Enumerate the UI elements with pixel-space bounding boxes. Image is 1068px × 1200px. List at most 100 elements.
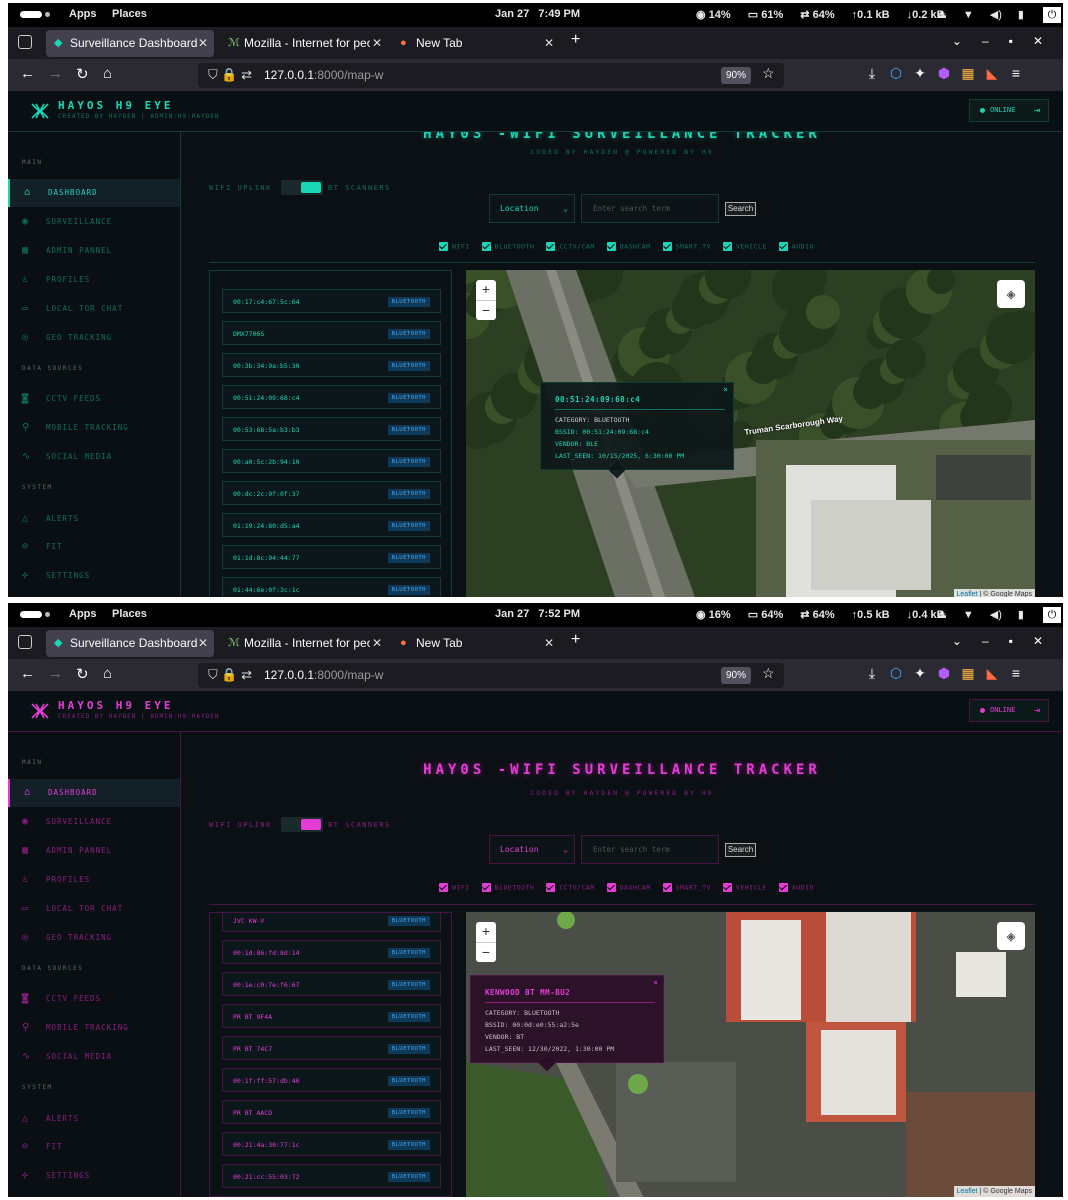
checkbox[interactable] — [662, 242, 672, 251]
checkbox[interactable] — [481, 242, 491, 251]
checkbox[interactable] — [778, 242, 788, 251]
device-list-item[interactable]: PR BT 74C7 BLUETOOTH — [222, 1036, 441, 1060]
online-status-badge[interactable]: ONLINE ⇥ — [969, 99, 1049, 122]
sidebar-item-local-tor-chat[interactable]: ▭ LOCAL TOR CHAT — [8, 895, 180, 923]
checkbox[interactable] — [439, 883, 448, 892]
filter-audio[interactable]: AUDIO — [778, 883, 814, 892]
device-list-item[interactable]: 01:44:6e:0f:3c:1c BLUETOOTH — [222, 577, 441, 597]
filter-vehicle[interactable]: VEHICLE — [722, 883, 767, 892]
system-tray[interactable]: ⏏ ▼ ◀) ▮ ⏻ — [920, 607, 1063, 623]
filter-bluetooth[interactable]: BLUETOOTH — [481, 242, 535, 251]
filter-smart-tv[interactable]: SMART_TV — [662, 883, 711, 892]
clock[interactable]: Jan 27 7:52 PM — [495, 608, 580, 620]
zoom-control[interactable]: + − — [476, 280, 496, 320]
device-list-item[interactable]: 00:1e:c0:7e:f6:67 BLUETOOTH — [222, 972, 441, 996]
device-list-item[interactable]: PR BT AACD BLUETOOTH — [222, 1100, 441, 1124]
workspace-indicator[interactable] — [20, 11, 42, 18]
logout-icon[interactable]: ⇥ — [1034, 100, 1040, 121]
toolbar-extensions[interactable]: ⤓ ⬡ ✦ ⬢ ▦ ◣ ≡ — [860, 65, 1028, 82]
device-list-item[interactable]: 00:21:4a:30:77:1c BLUETOOTH — [222, 1132, 441, 1156]
apps-menu[interactable]: Apps — [69, 8, 97, 20]
places-menu[interactable]: Places — [112, 608, 147, 620]
back-arrow-icon[interactable]: ← — [20, 665, 35, 682]
sidebar-item-surveillance[interactable]: ◉ SURVEILLANCE — [8, 808, 180, 836]
sidebar-item-surveillance[interactable]: ◉ SURVEILLANCE — [8, 208, 180, 236]
sidebar-item-admin-pannel[interactable]: ▦ ADMIN PANNEL — [8, 837, 180, 865]
zoom-indicator[interactable]: 90% — [721, 667, 751, 684]
url-bar[interactable]: ⛉ 🔒 ⇄ 127.0.0.1:8000/map-w 90% ☆ — [198, 63, 784, 88]
filter-wifi[interactable]: WIFI — [439, 242, 470, 251]
sidebar-item-fit[interactable]: ⊘ FIT — [8, 533, 180, 561]
search-button[interactable]: Search — [725, 843, 756, 857]
sidebar-item-alerts[interactable]: △ ALERTS — [8, 1105, 180, 1133]
filter-smart-tv[interactable]: SMART_TV — [662, 242, 711, 251]
filter-vehicle[interactable]: VEHICLE — [722, 242, 767, 251]
tab-surveillance-dashboard[interactable]: ◆ Surveillance Dashboard ✕ — [46, 630, 214, 657]
close-icon[interactable]: ✕ — [544, 630, 554, 657]
tab-new-tab[interactable]: ● New Tab ✕ — [392, 30, 560, 57]
tab-mozilla[interactable]: ℳ Mozilla - Internet for peop ✕ — [220, 30, 388, 57]
device-list-item[interactable]: 00:17:c4:67:5c:64 BLUETOOTH — [222, 289, 441, 313]
device-popup[interactable]: 00:51:24:09:68:c4 × CATEGORY: BLUETOOTH … — [540, 382, 734, 479]
window-controls[interactable]: ⌄ – ▪ ✕ — [952, 634, 1063, 648]
reload-icon[interactable]: ↻ — [76, 65, 89, 83]
checkbox[interactable] — [546, 242, 556, 251]
zoom-out-button[interactable]: − — [476, 300, 496, 320]
close-icon[interactable]: ✕ — [369, 30, 382, 57]
bookmark-star-icon[interactable]: ☆ — [762, 665, 775, 682]
device-list-item[interactable]: JVC KW-V BLUETOOTH — [222, 913, 441, 932]
checkbox[interactable] — [722, 883, 732, 892]
zoom-indicator[interactable]: 90% — [721, 67, 751, 84]
device-list-item[interactable]: 00:21:cc:55:03:72 BLUETOOTH — [222, 1164, 441, 1188]
apps-menu[interactable]: Apps — [69, 608, 97, 620]
device-list-item[interactable]: DMX7706S BLUETOOTH — [222, 321, 441, 345]
forward-arrow-icon[interactable]: → — [48, 65, 63, 82]
sidebar-item-fit[interactable]: ⊘ FIT — [8, 1133, 180, 1161]
workspace-indicator[interactable] — [20, 611, 42, 618]
search-button[interactable]: Search — [725, 202, 756, 216]
checkbox[interactable] — [606, 883, 616, 892]
sidebar-item-geo-tracking[interactable]: ◎ GEO TRACKING — [8, 324, 180, 352]
checkbox[interactable] — [546, 883, 556, 892]
zoom-out-button[interactable]: − — [476, 942, 496, 962]
search-input[interactable]: Enter search term — [581, 194, 719, 223]
tab-surveillance-dashboard[interactable]: ◆ Surveillance Dashboard ✕ — [46, 30, 214, 57]
sidebar-item-dashboard[interactable]: ⌂ DASHBOARD — [8, 179, 180, 207]
device-popup[interactable]: KENWOOD BT MM-BU2 × CATEGORY: BLUETOOTH … — [470, 975, 664, 1072]
filter-dashcam[interactable]: DASHCAM — [606, 883, 651, 892]
sidebar-item-settings[interactable]: ✣ SETTINGS — [8, 562, 180, 590]
close-icon[interactable]: ✕ — [369, 630, 382, 657]
bookmark-star-icon[interactable]: ☆ — [762, 65, 775, 82]
zoom-in-button[interactable]: + — [476, 922, 496, 942]
device-list-item[interactable]: 00:3b:34:9a:b5:30 BLUETOOTH — [222, 353, 441, 377]
popup-close-icon[interactable]: × — [653, 978, 658, 987]
home-icon[interactable]: ⌂ — [103, 65, 112, 82]
device-list-item[interactable]: PR BT 9F4A BLUETOOTH — [222, 1004, 441, 1028]
device-list-item[interactable]: 01:1d:8c:94:44:77 BLUETOOTH — [222, 545, 441, 569]
device-list-item[interactable]: 00:51:24:09:68:c4 BLUETOOTH — [222, 385, 441, 409]
sidebar-item-social-media[interactable]: ∿ SOCIAL MEDIA — [8, 443, 180, 471]
workspace-dot[interactable] — [45, 12, 50, 17]
zoom-in-button[interactable]: + — [476, 280, 496, 300]
checkbox[interactable] — [722, 242, 732, 251]
wifi-bt-toggle[interactable] — [281, 817, 323, 832]
checkbox[interactable] — [481, 883, 491, 892]
sidebar-item-profiles[interactable]: ♙ PROFILES — [8, 266, 180, 294]
sidebar-item-local-tor-chat[interactable]: ▭ LOCAL TOR CHAT — [8, 295, 180, 323]
filter-audio[interactable]: AUDIO — [778, 242, 814, 251]
zoom-control[interactable]: + − — [476, 922, 496, 962]
close-icon[interactable]: ✕ — [198, 630, 208, 657]
sidebar-item-social-media[interactable]: ∿ SOCIAL MEDIA — [8, 1043, 180, 1071]
device-list[interactable]: 00:17:c4:67:5c:64 BLUETOOTH DMX7706S BLUETO… — [209, 270, 452, 597]
tab-overview-icon[interactable] — [18, 635, 32, 649]
sidebar-item-settings[interactable]: ✣ SETTINGS — [8, 1162, 180, 1190]
tab-new-tab[interactable]: ● New Tab ✕ — [392, 630, 560, 657]
map-view[interactable]: + − ◈ KENWOOD BT MM-BU2 × CATEGORY: BLUE… — [466, 912, 1035, 1197]
device-list-item[interactable]: 00:1f:ff:57:db:40 BLUETOOTH — [222, 1068, 441, 1092]
system-tray[interactable]: ⏏ ▼ ◀) ▮ ⏻ — [920, 7, 1063, 23]
device-list[interactable]: JVC KW-V BLUETOOTH 00:1d:86:fd:8d:14 BLUETO… — [209, 912, 452, 1197]
new-tab-plus-icon[interactable]: + — [571, 631, 580, 649]
layers-icon[interactable]: ◈ — [997, 922, 1025, 950]
filter-bluetooth[interactable]: BLUETOOTH — [481, 883, 535, 892]
sidebar-item-mobile-tracking[interactable]: ⚲ MOBILE TRACKING — [8, 414, 180, 442]
